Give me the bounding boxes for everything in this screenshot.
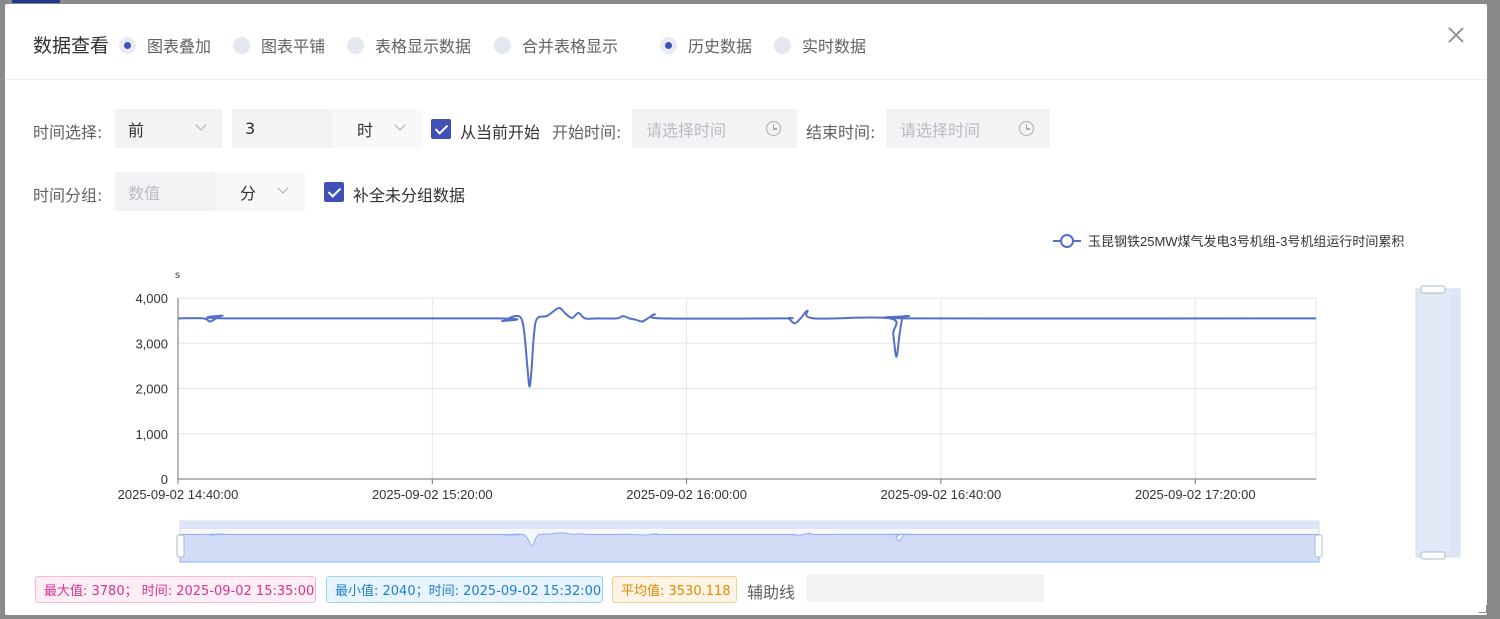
y-tick-label: 1,000 bbox=[135, 427, 168, 442]
y-datazoom-handle-bottom bbox=[1420, 551, 1446, 560]
y-datazoom-slider bbox=[1415, 285, 1461, 560]
y-axis-unit: s bbox=[175, 270, 180, 281]
data-view-dialog: 数据查看 图表叠加 图表平铺 表格显示数据 合并表格显示 历史数据 实时数据 时… bbox=[5, 4, 1487, 615]
y-datazoom-mover bbox=[1451, 289, 1460, 557]
y-datazoom-handle-top bbox=[1420, 285, 1446, 294]
x-datazoom-preview bbox=[179, 532, 1320, 563]
x-tick-label: 2025-09-02 17:20:00 bbox=[1135, 487, 1256, 502]
chart-axes: 4,000 3,000 2,000 1,000 02025-09-02 14:40:00… bbox=[118, 291, 1316, 502]
x-datazoom-mover bbox=[180, 521, 1319, 529]
legend-label: 玉昆钢铁25MW煤气发电3号机组-3号机组运行时间累积 bbox=[1088, 234, 1404, 249]
min-value-tag: 最小值: 2040；时间: 2025-09-02 15:32:00 bbox=[326, 576, 603, 603]
x-tick-label: 2025-09-02 16:40:00 bbox=[881, 487, 1002, 502]
legend-marker-icon bbox=[1060, 234, 1074, 248]
x-datazoom-slider bbox=[176, 520, 1323, 563]
window-accent bbox=[12, 0, 60, 3]
line-chart[interactable]: 4,000 3,000 2,000 1,000 02025-09-02 14:40:00… bbox=[5, 4, 1487, 569]
aux-line-input[interactable] bbox=[806, 574, 1044, 602]
chart-grid bbox=[177, 297, 1317, 479]
series-line bbox=[177, 306, 1317, 388]
x-tick-label: 2025-09-02 16:00:00 bbox=[626, 487, 747, 502]
chart-legend: 玉昆钢铁25MW煤气发电3号机组-3号机组运行时间累积 bbox=[1053, 234, 1404, 249]
y-tick-label: 0 bbox=[161, 472, 168, 487]
resize-grip-icon[interactable] bbox=[1479, 605, 1487, 613]
x-tick-label: 2025-09-02 15:20:00 bbox=[372, 487, 493, 502]
y-tick-label: 4,000 bbox=[135, 291, 168, 306]
y-tick-label: 2,000 bbox=[135, 382, 168, 397]
aux-line-label: 辅助线 bbox=[747, 583, 796, 602]
avg-value-tag: 平均值: 3530.118 bbox=[612, 576, 737, 603]
max-value-tag: 最大值: 3780； 时间: 2025-09-02 15:35:00 bbox=[35, 576, 316, 603]
y-tick-label: 3,000 bbox=[135, 336, 168, 351]
x-datazoom-handle-left bbox=[176, 534, 185, 558]
x-tick-label: 2025-09-02 14:40:00 bbox=[118, 487, 239, 502]
x-datazoom-handle-right bbox=[1314, 534, 1323, 558]
